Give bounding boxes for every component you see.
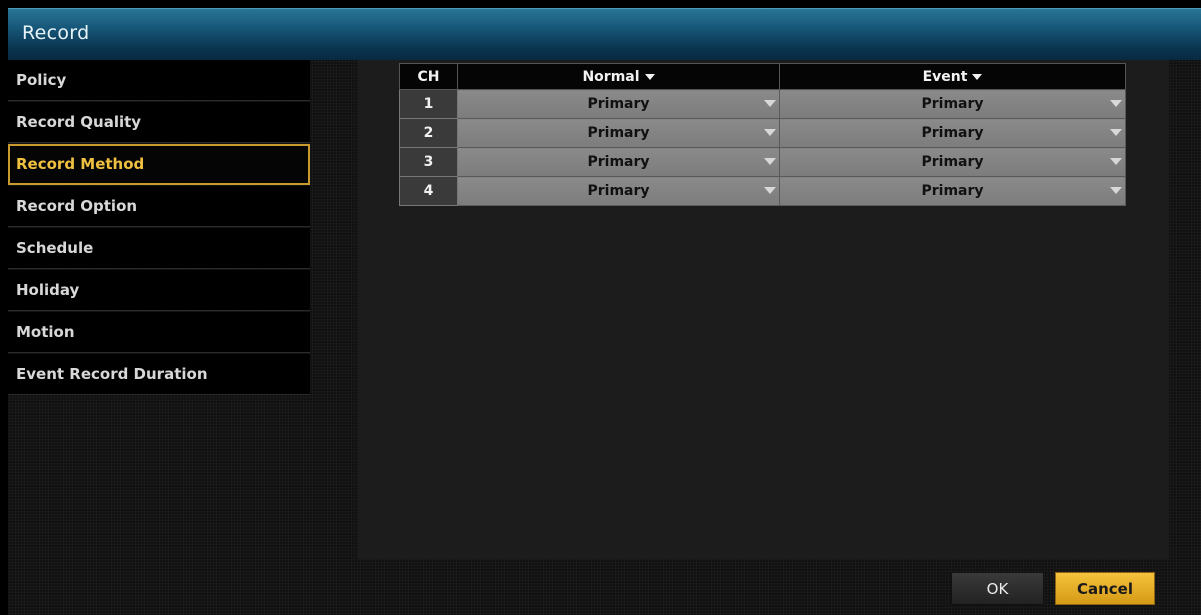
select-value: Primary [587, 125, 650, 141]
column-header-label: Normal [582, 68, 640, 85]
main-panel: CH Normal Event 1 Primary Primary 2 Prim… [358, 60, 1169, 559]
ok-button[interactable]: OK [951, 572, 1044, 605]
sidebar-item-record-quality[interactable]: Record Quality [8, 102, 310, 143]
caret-down-icon [764, 129, 776, 136]
caret-down-icon [1110, 187, 1122, 194]
cancel-button[interactable]: Cancel [1055, 572, 1155, 605]
column-header-label: CH [417, 68, 440, 85]
select-value: Primary [587, 154, 650, 170]
select-value: Primary [921, 154, 984, 170]
sidebar-item-record-option[interactable]: Record Option [8, 186, 310, 227]
sidebar-item-label: Record Option [16, 197, 138, 215]
sidebar-item-label: Motion [16, 323, 75, 341]
normal-stream-select[interactable]: Primary [457, 176, 780, 206]
sidebar: Policy Record Quality Record Method Reco… [8, 60, 310, 396]
column-header-label: Event [922, 68, 968, 85]
sidebar-item-schedule[interactable]: Schedule [8, 228, 310, 269]
caret-down-icon [1110, 129, 1122, 136]
sidebar-item-label: Record Quality [16, 113, 142, 131]
sidebar-item-label: Holiday [16, 281, 80, 299]
select-value: Primary [587, 96, 650, 112]
column-header-event[interactable]: Event [779, 63, 1126, 90]
channel-number: 2 [399, 118, 458, 148]
channel-number: 4 [399, 176, 458, 206]
sidebar-item-policy[interactable]: Policy [8, 60, 310, 101]
sidebar-item-label: Schedule [16, 239, 94, 257]
event-stream-select[interactable]: Primary [779, 147, 1126, 177]
event-stream-select[interactable]: Primary [779, 89, 1126, 119]
channel-number: 1 [399, 89, 458, 119]
select-value: Primary [921, 96, 984, 112]
sidebar-item-motion[interactable]: Motion [8, 312, 310, 353]
event-stream-select[interactable]: Primary [779, 118, 1126, 148]
select-value: Primary [587, 183, 650, 199]
caret-down-icon [1110, 158, 1122, 165]
channel-number: 3 [399, 147, 458, 177]
caret-down-icon [764, 158, 776, 165]
table-row: 1 Primary Primary [399, 89, 1126, 119]
normal-stream-select[interactable]: Primary [457, 89, 780, 119]
sidebar-item-label: Event Record Duration [16, 365, 208, 383]
sidebar-item-holiday[interactable]: Holiday [8, 270, 310, 311]
column-header-normal[interactable]: Normal [457, 63, 780, 90]
normal-stream-select[interactable]: Primary [457, 118, 780, 148]
sidebar-item-event-record-duration[interactable]: Event Record Duration [8, 354, 310, 395]
caret-down-icon [972, 73, 983, 80]
caret-down-icon [764, 100, 776, 107]
caret-down-icon [644, 73, 655, 80]
event-stream-select[interactable]: Primary [779, 176, 1126, 206]
select-value: Primary [921, 183, 984, 199]
title-bar: Record [8, 8, 1201, 61]
select-value: Primary [921, 125, 984, 141]
column-header-ch: CH [399, 63, 458, 90]
table-row: 3 Primary Primary [399, 147, 1126, 177]
normal-stream-select[interactable]: Primary [457, 147, 780, 177]
caret-down-icon [764, 187, 776, 194]
record-method-table: CH Normal Event 1 Primary Primary 2 Prim… [399, 63, 1126, 206]
sidebar-item-label: Record Method [16, 155, 145, 173]
caret-down-icon [1110, 100, 1122, 107]
window-title: Record [22, 22, 90, 44]
record-window: Record Policy Record Quality Record Meth… [0, 0, 1201, 615]
table-row: 4 Primary Primary [399, 176, 1126, 206]
sidebar-item-record-method[interactable]: Record Method [8, 144, 310, 185]
table-row: 2 Primary Primary [399, 118, 1126, 148]
sidebar-item-label: Policy [16, 71, 67, 89]
